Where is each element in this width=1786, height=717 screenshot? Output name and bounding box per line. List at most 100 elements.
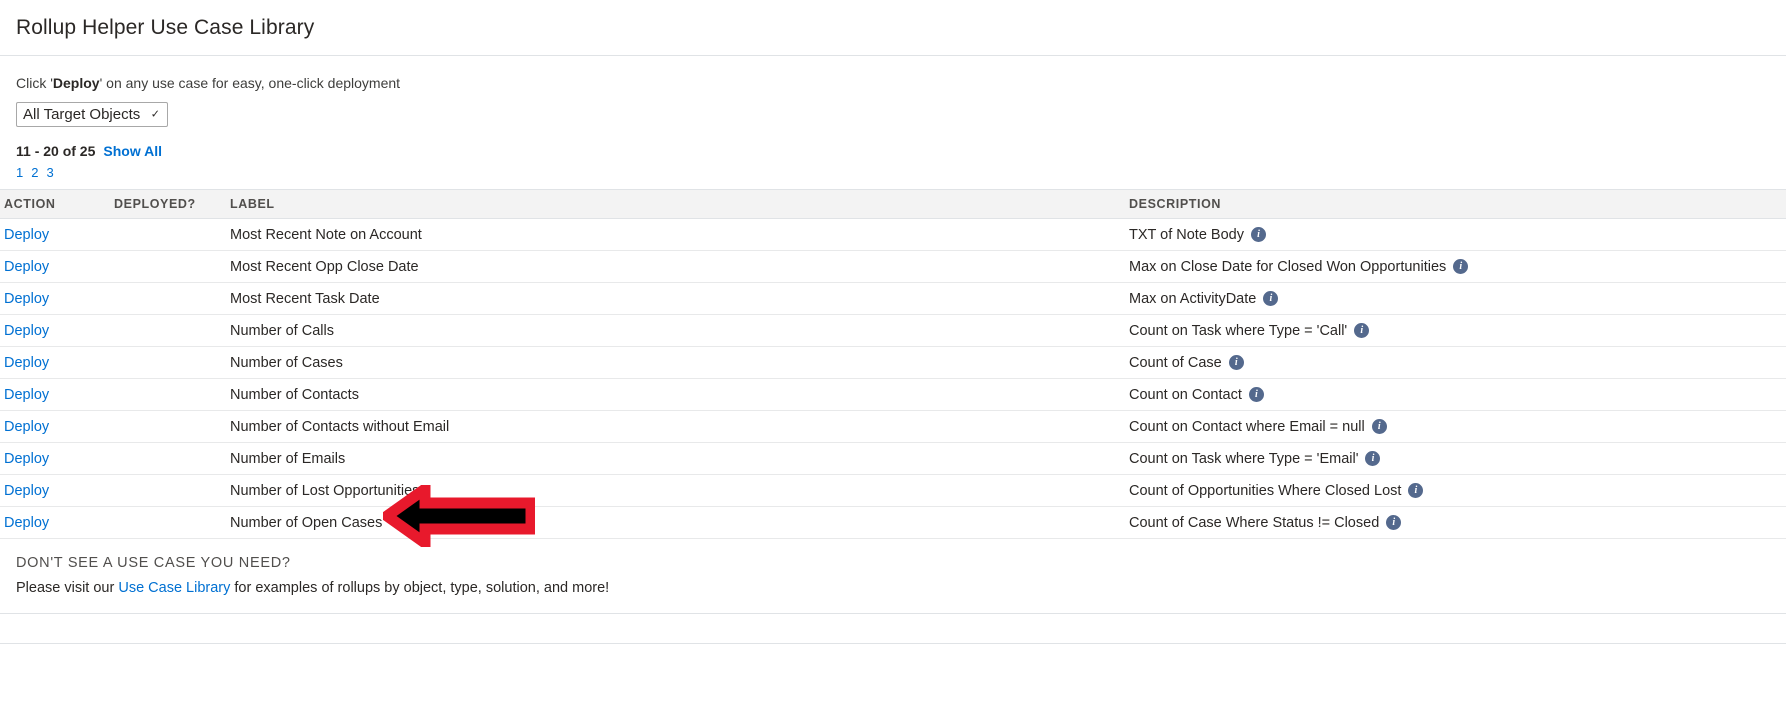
cell-label: Number of Cases [228,346,1126,380]
cell-deployed [114,474,228,508]
cell-deployed [114,506,228,540]
instruction-emphasis: Deploy [52,75,100,91]
cell-label: Most Recent Opp Close Date [228,250,1126,284]
cell-description: Count of Case i [1126,346,1786,380]
table-head: ACTION DEPLOYED? LABEL DESCRIPTION [0,189,1786,220]
target-object-select[interactable]: All Target Objects [16,102,168,128]
filter-row: All Target Objects ✓ [16,102,1786,128]
cell-action: Deploy [0,474,114,508]
info-icon[interactable]: i [1228,355,1244,371]
deploy-link[interactable]: Deploy [4,419,49,435]
description-content: Count on Contact i [1129,387,1786,403]
info-icon[interactable]: i [1248,387,1264,403]
page-link-3[interactable]: 3 [46,165,53,180]
cell-description: Count of Opportunities Where Closed Lost… [1126,474,1786,508]
info-icon[interactable]: i [1453,259,1469,275]
cell-label: Most Recent Note on Account [228,218,1126,252]
page-link-1[interactable]: 1 [16,165,23,180]
cell-deployed [114,346,228,380]
cell-action: Deploy [0,506,114,540]
cell-deployed [114,378,228,412]
use-case-table: ACTION DEPLOYED? LABEL DESCRIPTION Deplo… [0,189,1786,540]
description-content: Count of Case i [1129,355,1786,371]
cell-label: Number of Open Cases [228,506,1126,540]
cell-deployed [114,218,228,252]
footer-body-prefix: Please visit our [16,579,119,596]
description-content: TXT of Note Body i [1129,227,1786,243]
info-icon[interactable]: i [1408,483,1424,499]
footer-body-suffix: for examples of rollups by object, type,… [230,579,610,596]
use-case-library-link[interactable]: Use Case Library [118,580,230,596]
cell-deployed [114,282,228,316]
cell-label: Number of Contacts [228,378,1126,412]
cell-label: Most Recent Task Date [228,282,1126,316]
description-text: Count on Task where Type = 'Call' [1129,322,1348,339]
table-row: Deploy Most Recent Task Date Max on Activi… [0,282,1786,316]
description-content: Count on Task where Type = 'Call' i [1129,323,1786,339]
instruction-suffix: ' on any use case for easy, one-click de… [99,75,401,91]
table-row: Deploy Most Recent Note on Account TXT of … [0,218,1786,252]
info-icon[interactable]: i [1263,291,1279,307]
cell-description: Count of Case Where Status != Closed i [1126,506,1786,540]
info-icon[interactable]: i [1386,515,1402,531]
description-text: Count on Contact [1129,386,1242,403]
cell-label: Number of Lost Opportunities [228,474,1126,508]
deploy-link[interactable]: Deploy [4,291,49,307]
table-row: Deploy Number of Emails Count on Task wher… [0,442,1786,476]
page-header: Rollup Helper Use Case Library [0,0,1786,56]
intro-section: Click 'Deploy' on any use case for easy,… [0,56,1786,180]
description-text: Count of Opportunities Where Closed Lost [1129,482,1402,499]
cell-action: Deploy [0,282,114,316]
description-content: Max on ActivityDate i [1129,291,1786,307]
cell-deployed [114,314,228,348]
info-icon[interactable]: i [1365,451,1381,467]
cell-label: Number of Calls [228,314,1126,348]
description-text: Count of Case Where Status != Closed [1129,514,1380,531]
page-number-list: 123 [16,165,1786,180]
deploy-link[interactable]: Deploy [4,387,49,403]
cell-action: Deploy [0,218,114,252]
use-case-library-page: Rollup Helper Use Case Library Click 'De… [0,0,1786,717]
cell-deployed [114,250,228,284]
info-icon[interactable]: i [1371,419,1387,435]
cell-description: Max on ActivityDate i [1126,282,1786,316]
deploy-link[interactable]: Deploy [4,259,49,275]
cell-description: Count on Contact where Email = null i [1126,410,1786,444]
page-link-2[interactable]: 2 [31,165,38,180]
description-text: Count on Task where Type = 'Email' [1129,450,1359,467]
info-icon[interactable]: i [1354,323,1370,339]
footer-note: DON'T SEE A USE CASE YOU NEED? Please vi… [0,539,1786,614]
deploy-link[interactable]: Deploy [4,355,49,371]
cell-description: Count on Task where Type = 'Email' i [1126,442,1786,476]
deploy-link[interactable]: Deploy [4,323,49,339]
cell-description: Count on Task where Type = 'Call' i [1126,314,1786,348]
deploy-link[interactable]: Deploy [4,515,49,531]
column-header-description: DESCRIPTION [1126,189,1786,220]
cell-deployed [114,442,228,476]
instruction-prefix: Click ' [16,75,53,91]
pagination-range: 11 - 20 of 25 [16,143,96,160]
description-text: TXT of Note Body [1129,226,1244,243]
table-row: Deploy Number of Lost Opportunities Count … [0,474,1786,508]
target-object-select-wrap: All Target Objects ✓ [16,102,168,128]
table-row: Deploy Number of Calls Count on Task where… [0,314,1786,348]
description-text: Max on Close Date for Closed Won Opportu… [1129,258,1447,275]
footer-heading: DON'T SEE A USE CASE YOU NEED? [16,555,291,572]
column-header-action: ACTION [0,189,114,220]
cell-action: Deploy [0,314,114,348]
footer-body: Please visit our Use Case Library for ex… [16,578,1786,599]
cell-action: Deploy [0,346,114,380]
description-content: Count on Contact where Email = null i [1129,419,1786,435]
cell-action: Deploy [0,378,114,412]
description-content: Count on Task where Type = 'Email' i [1129,451,1786,467]
deploy-link[interactable]: Deploy [4,483,49,499]
table-row: Deploy Number of Cases Count of Case i [0,346,1786,380]
info-icon[interactable]: i [1250,227,1266,243]
show-all-link[interactable]: Show All [103,143,162,159]
cell-action: Deploy [0,442,114,476]
table-header-row: ACTION DEPLOYED? LABEL DESCRIPTION [0,189,1786,220]
description-content: Max on Close Date for Closed Won Opportu… [1129,259,1786,275]
description-text: Max on ActivityDate [1129,290,1257,307]
deploy-link[interactable]: Deploy [4,451,49,467]
deploy-link[interactable]: Deploy [4,227,49,243]
